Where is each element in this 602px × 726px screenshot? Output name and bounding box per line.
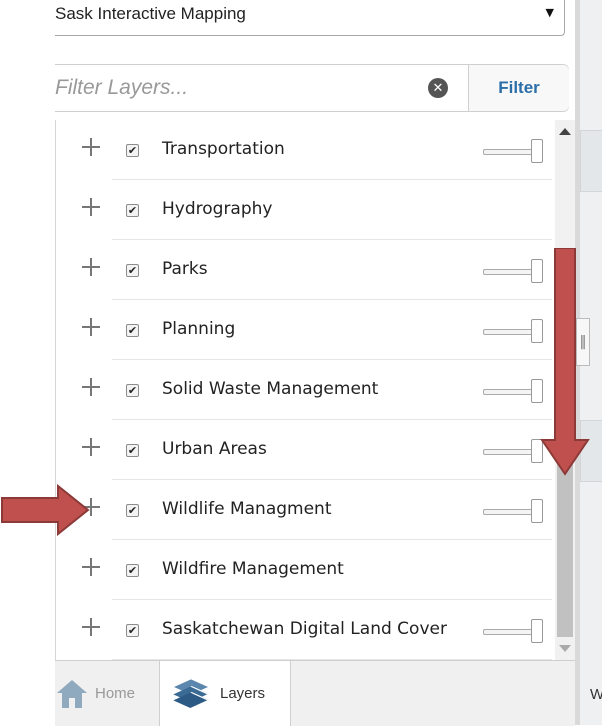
slider-track	[483, 629, 535, 635]
layer-label: Transportation	[162, 139, 285, 159]
bottom-tab-bar: Home Layers	[55, 660, 575, 726]
scroll-up-arrow-icon[interactable]	[559, 128, 571, 135]
layer-list: ✔ Transportation ✔ Hydrography ✔ Parks ✔ Planni…	[55, 120, 555, 660]
layer-opacity-slider[interactable]	[483, 439, 545, 463]
tab-layers[interactable]: Layers	[159, 661, 291, 726]
layer-opacity-slider[interactable]	[483, 619, 545, 643]
scroll-down-arrow-icon[interactable]	[559, 645, 571, 652]
layer-row: ✔ Transportation	[56, 120, 552, 180]
layer-row: ✔ Wildfire Management	[56, 540, 552, 600]
layer-visibility-checkbox[interactable]: ✔	[126, 564, 139, 577]
map-selector-dropdown[interactable]: Sask Interactive Mapping ▼	[55, 0, 565, 36]
layer-label: Parks	[162, 259, 208, 279]
layer-opacity-slider[interactable]	[483, 319, 545, 343]
layer-label: Hydrography	[162, 199, 273, 219]
filter-button[interactable]: Filter	[468, 65, 569, 111]
layer-visibility-checkbox[interactable]: ✔	[126, 204, 139, 217]
layer-visibility-checkbox[interactable]: ✔	[126, 264, 139, 277]
expand-plus-icon[interactable]	[82, 258, 100, 276]
slider-track	[483, 509, 535, 515]
slider-track	[483, 149, 535, 155]
tab-layers-label: Layers	[220, 685, 266, 702]
layer-label: Solid Waste Management	[162, 379, 379, 399]
expand-plus-icon[interactable]	[82, 438, 100, 456]
slider-thumb[interactable]	[531, 499, 543, 523]
layer-label: Wildlife Managment	[162, 499, 332, 519]
layer-visibility-checkbox[interactable]: ✔	[126, 384, 139, 397]
expand-plus-icon[interactable]	[82, 378, 100, 396]
map-tile	[580, 130, 602, 192]
annotation-right-arrow	[1, 484, 90, 536]
layer-row: ✔ Planning	[56, 300, 552, 360]
expand-plus-icon[interactable]	[82, 618, 100, 636]
expand-plus-icon[interactable]	[82, 558, 100, 576]
slider-track	[483, 269, 535, 275]
layer-visibility-checkbox[interactable]: ✔	[126, 624, 139, 637]
tab-home[interactable]: Home	[55, 661, 159, 726]
layer-opacity-slider[interactable]	[483, 139, 545, 163]
slider-track	[483, 329, 535, 335]
layer-opacity-slider[interactable]	[483, 379, 545, 403]
map-corner-text: W	[590, 686, 602, 703]
layer-row: ✔ Solid Waste Management	[56, 360, 552, 420]
slider-thumb[interactable]	[531, 619, 543, 643]
layers-icon	[173, 678, 209, 708]
slider-thumb[interactable]	[531, 139, 543, 163]
layer-visibility-checkbox[interactable]: ✔	[126, 324, 139, 337]
tab-home-label: Home	[95, 685, 136, 702]
layer-label: Urban Areas	[162, 439, 267, 459]
layer-visibility-checkbox[interactable]: ✔	[126, 504, 139, 517]
home-icon	[57, 679, 87, 708]
filter-bar: ✕ Filter	[55, 64, 569, 112]
annotation-down-arrow	[540, 248, 590, 476]
layer-row: ✔ Urban Areas	[56, 420, 552, 480]
expand-plus-icon[interactable]	[82, 318, 100, 336]
expand-plus-icon[interactable]	[82, 138, 100, 156]
layer-opacity-slider[interactable]	[483, 259, 545, 283]
expand-plus-icon[interactable]	[82, 198, 100, 216]
layer-visibility-checkbox[interactable]: ✔	[126, 144, 139, 157]
layer-row: ✔ Wildlife Managment	[56, 480, 552, 540]
layer-opacity-slider[interactable]	[483, 499, 545, 523]
slider-track	[483, 389, 535, 395]
layer-label: Wildfire Management	[162, 559, 344, 579]
layer-label: Planning	[162, 319, 236, 339]
dropdown-arrow-icon: ▼	[545, 6, 554, 19]
slider-track	[483, 449, 535, 455]
clear-filter-icon[interactable]: ✕	[428, 78, 448, 98]
map-selector-value: Sask Interactive Mapping	[55, 4, 246, 23]
filter-layers-input[interactable]	[55, 65, 467, 111]
layer-label: Saskatchewan Digital Land Cover	[162, 619, 447, 639]
layer-row: ✔ Saskatchewan Digital Land Cover	[56, 600, 552, 660]
layer-row: ✔ Hydrography	[56, 180, 552, 240]
layer-row: ✔ Parks	[56, 240, 552, 300]
layer-visibility-checkbox[interactable]: ✔	[126, 444, 139, 457]
